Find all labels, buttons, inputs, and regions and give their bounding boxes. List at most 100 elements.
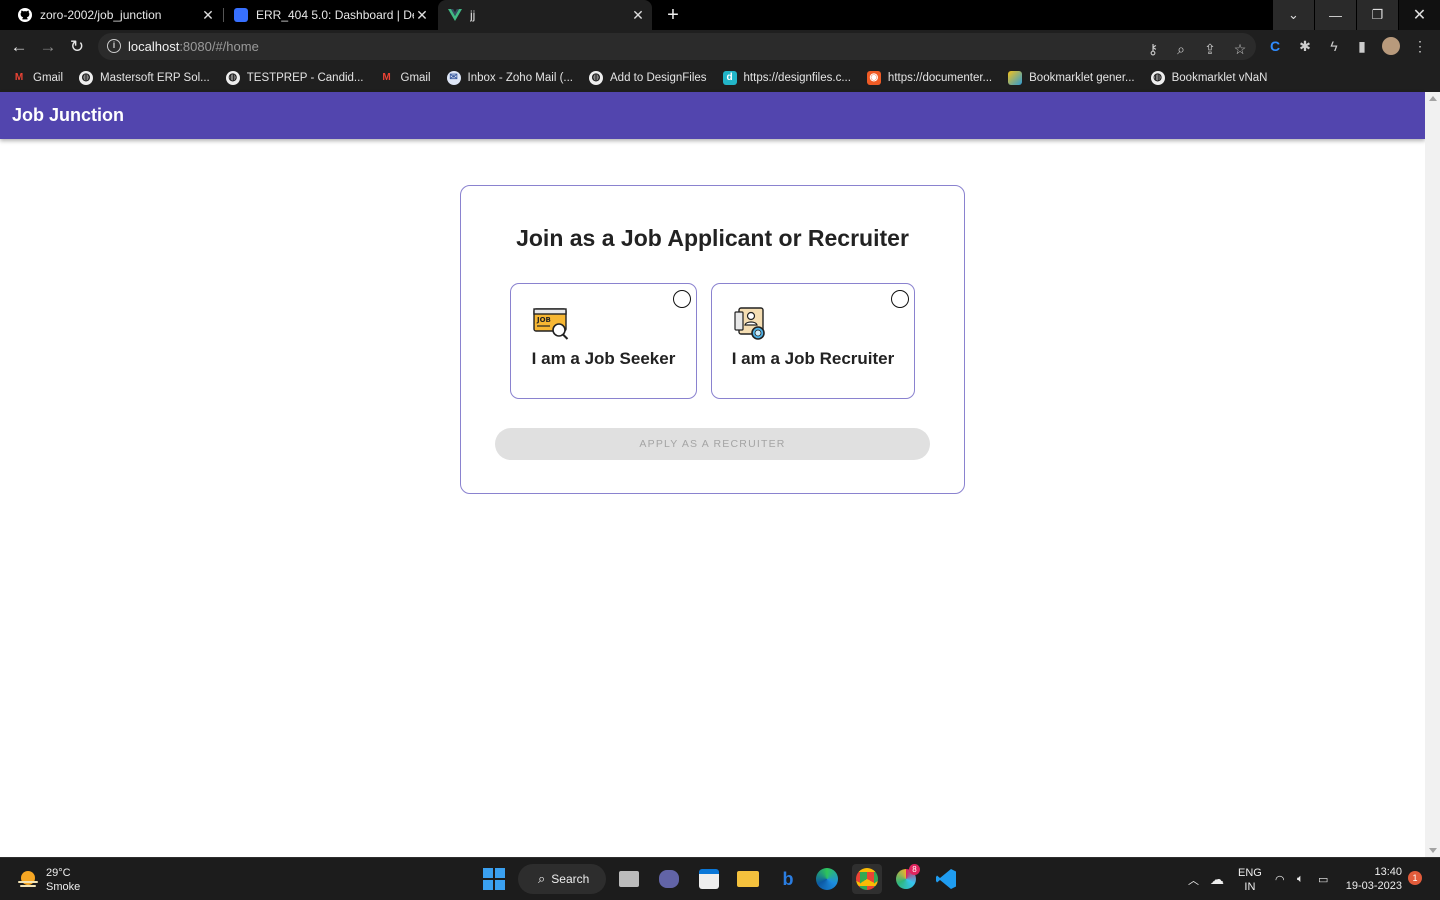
browser-toolbar: ← → ↻ i localhost:8080/#/home ⚷ ⌕ ⇪ ☆ C … [0,30,1440,63]
zoho-icon: ✉ [446,70,461,85]
edge-icon[interactable] [812,864,842,894]
bookmark-label: Gmail [400,71,431,84]
bookmarklet-icon [1008,70,1023,85]
search-label: Search [551,872,590,886]
job-recruiter-radio[interactable] [891,290,909,308]
globe-icon: ◍ [589,70,603,85]
language-indicator[interactable]: ENG IN [1238,858,1262,900]
bookmark-label: Inbox - Zoho Mail (... [467,71,573,84]
devfolio-icon [234,8,248,22]
battery-icon[interactable]: ▭ [1318,858,1328,900]
bookmark-item[interactable]: M Gmail [12,71,63,85]
bookmark-label: Add to DesignFiles [610,71,707,84]
weather-temp: 29°C [46,867,71,879]
forward-icon[interactable]: → [36,35,60,59]
job-seeker-radio[interactable] [673,290,691,308]
taskbar-search[interactable]: ⌕ Search [518,864,606,894]
extension-bolt-icon[interactable]: ϟ [1325,37,1343,55]
postman-icon: ◉ [866,70,881,85]
bookmark-item[interactable]: ◍ Add to DesignFiles [589,70,707,85]
svg-text:JOB: JOB [536,316,551,324]
back-icon[interactable]: ← [7,35,31,59]
scroll-down-icon[interactable] [1429,848,1437,853]
side-panel-icon[interactable]: ▮ [1353,37,1371,55]
scroll-up-icon[interactable] [1429,96,1437,101]
reload-icon[interactable]: ↻ [65,35,89,59]
notification-badge[interactable]: 1 [1408,871,1422,885]
address-bar[interactable]: i localhost:8080/#/home ⚷ ⌕ ⇪ ☆ [98,33,1256,60]
app-title[interactable]: Job Junction [12,105,124,126]
weather-widget[interactable]: 29°C Smoke [16,866,80,894]
tab-search-icon[interactable]: ⌄ [1273,0,1314,30]
window-controls: ⌄ — ❐ ✕ [1272,0,1440,30]
bookmark-star-icon[interactable]: ☆ [1231,40,1249,58]
tab-github[interactable]: zoro-2002/job_junction ✕ [0,0,222,30]
bookmark-item[interactable]: Bookmarklet gener... [1008,70,1135,85]
bookmark-item[interactable]: ◍ TESTPREP - Candid... [225,70,364,85]
tab-strip: zoro-2002/job_junction ✕ ERR_404 5.0: Da… [0,0,1440,30]
apply-button[interactable]: APPLY AS A RECRUITER [495,428,930,460]
clock-time: 13:40 [1374,866,1402,878]
new-tab-button[interactable]: + [662,4,684,26]
join-heading: Join as a Job Applicant or Recruiter [516,225,909,251]
clock[interactable]: 13:40 19-03-2023 [1340,865,1402,893]
close-tab-icon[interactable]: ✕ [630,7,646,24]
bookmark-label: https://documenter... [887,71,993,84]
recruiter-profile-icon [734,307,765,340]
profile-avatar[interactable] [1382,37,1400,55]
task-view-icon[interactable] [614,864,644,894]
gmail-icon: M [14,72,24,83]
bookmark-label: TESTPREP - Candid... [246,71,364,84]
site-info-icon[interactable]: i [107,39,121,53]
bookmark-label: https://designfiles.c... [743,71,851,84]
bookmark-item[interactable]: M Gmail [380,71,431,85]
onedrive-icon[interactable]: ☁ [1210,858,1224,900]
wifi-icon[interactable]: ◠ [1275,858,1285,900]
url-text[interactable]: localhost:8080/#/home [128,39,259,54]
minimize-icon[interactable]: — [1315,0,1356,30]
clock-date: 19-03-2023 [1345,880,1402,892]
vscode-icon[interactable] [931,864,961,894]
lang-top: ENG [1238,866,1262,879]
page-scrollbar[interactable] [1425,92,1440,857]
key-icon[interactable]: ⚷ [1144,40,1162,58]
job-seeker-label: I am a Job Seeker [531,349,676,368]
tab-title: jj [470,8,476,22]
bookmark-item[interactable]: ◍ Mastersoft ERP Sol... [79,70,210,85]
vue-icon [448,8,462,22]
tray-overflow-icon[interactable]: ︿ [1188,858,1199,900]
teams-chat-icon[interactable] [654,864,684,894]
bookmark-item[interactable]: ◉ https://documenter... [866,70,993,85]
file-explorer-icon[interactable] [733,864,763,894]
extensions-puzzle-icon[interactable]: ✱ [1296,37,1314,55]
close-tab-icon[interactable]: ✕ [200,7,216,24]
store-icon[interactable] [694,864,724,894]
volume-muted-icon[interactable]: 🔈︎ [1297,858,1304,900]
bookmark-label: Bookmarklet gener... [1029,71,1135,84]
bookmark-item[interactable]: ✉ Inbox - Zoho Mail (... [446,70,573,85]
slack-icon[interactable]: 8 [891,864,921,894]
extension-c-icon[interactable]: C [1266,37,1284,55]
hazy-sun-icon [18,871,38,887]
url-host: localhost [128,39,180,54]
close-window-icon[interactable]: ✕ [1399,0,1440,30]
windows-start-icon[interactable] [479,864,509,894]
search-icon: ⌕ [538,871,546,886]
zoom-icon[interactable]: ⌕ [1172,40,1190,58]
bing-icon[interactable]: b [773,864,803,894]
job-seeker-option[interactable]: JOB I am a Job Seeker [510,283,697,399]
share-icon[interactable]: ⇪ [1201,40,1219,58]
job-recruiter-option[interactable]: I am a Job Recruiter [711,283,915,399]
gmail-icon: M [382,72,391,83]
bookmark-item[interactable]: d https://designfiles.c... [722,70,851,85]
bookmark-item[interactable]: ◍ Bookmarklet vNaN [1150,70,1267,85]
tab-jj[interactable]: jj ✕ [438,0,652,30]
tab-devfolio[interactable]: ERR_404 5.0: Dashboard | Devfolio ✕ [224,0,436,30]
restore-icon[interactable]: ❐ [1357,0,1398,30]
chrome-icon[interactable] [852,864,882,894]
os-taskbar: 29°C Smoke ⌕ Search b 8 ︿ ☁ ENG IN ◠ 🔈︎ ▭… [0,857,1440,900]
job-search-icon: JOB [533,308,569,340]
close-tab-icon[interactable]: ✕ [414,7,430,24]
menu-icon[interactable]: ⋮ [1411,37,1429,55]
github-icon [18,8,32,22]
